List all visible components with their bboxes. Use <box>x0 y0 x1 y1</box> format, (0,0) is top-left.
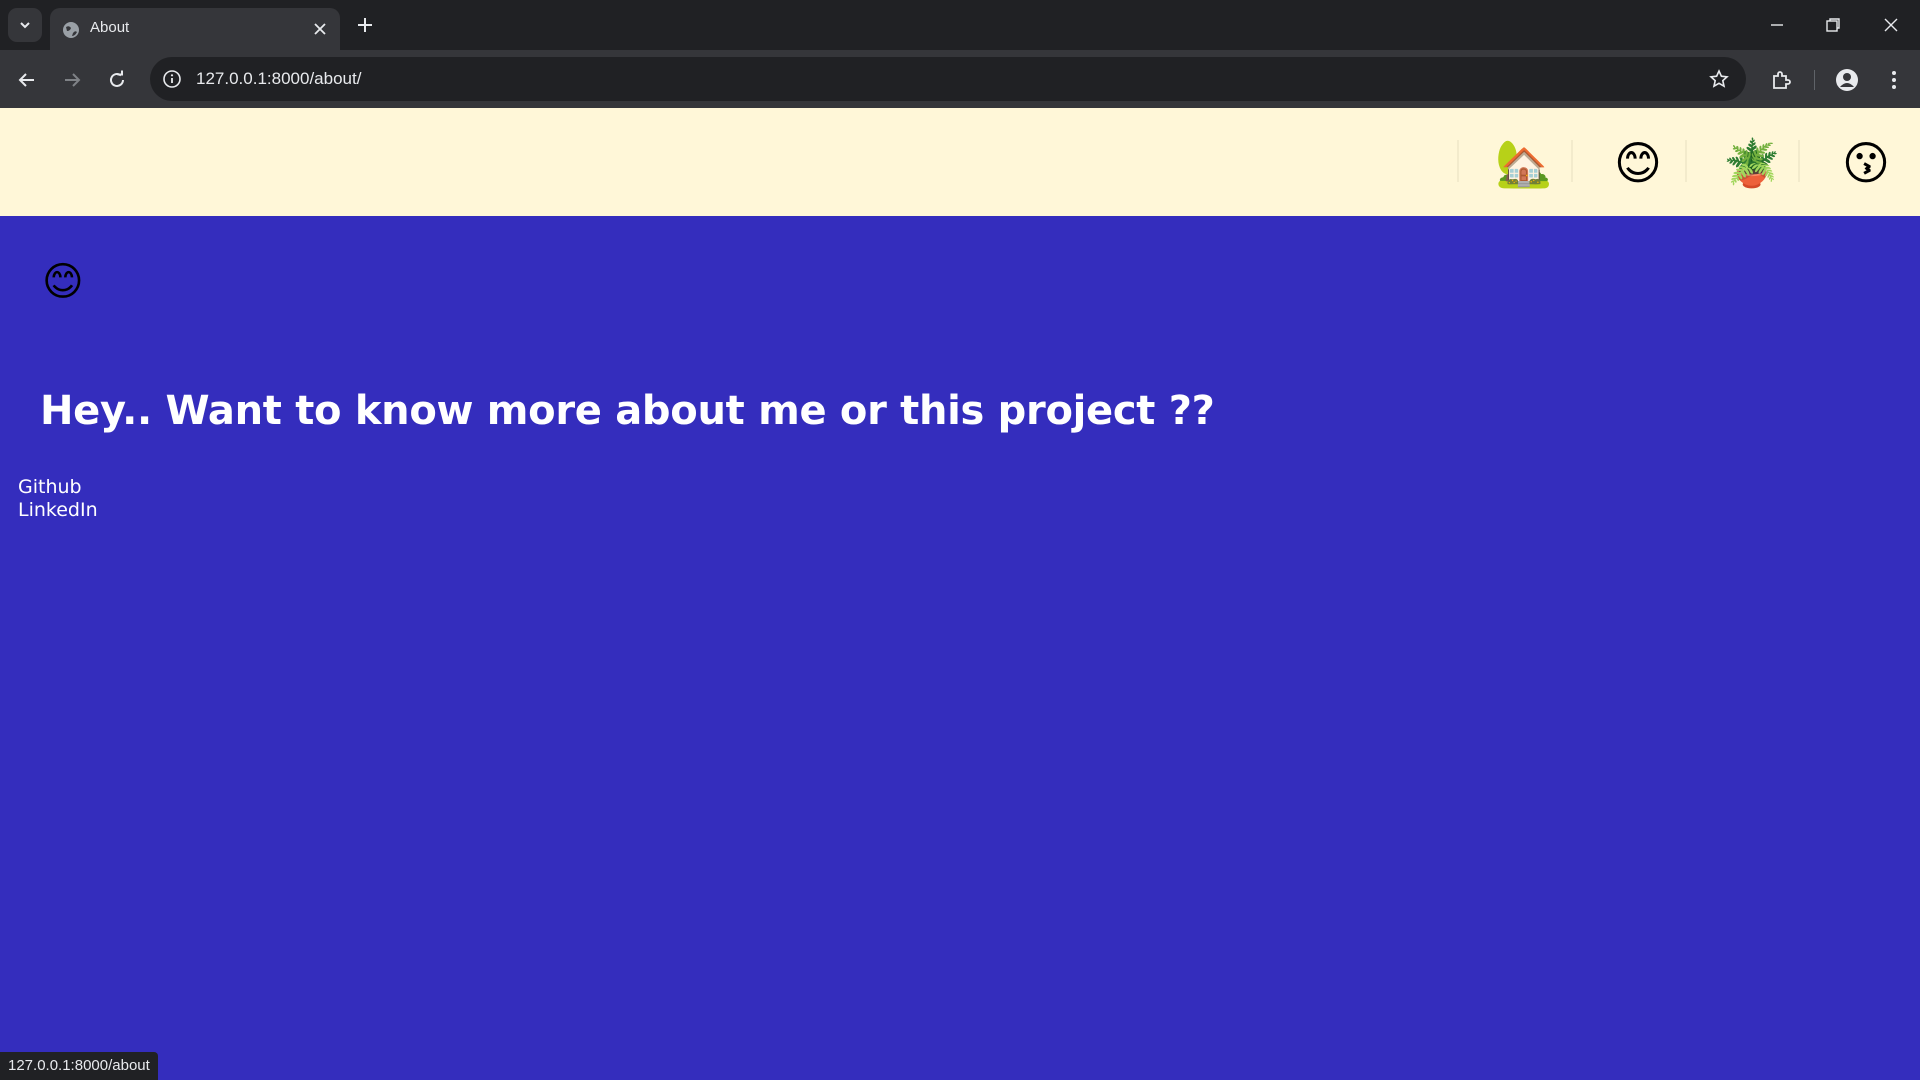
browser-tab-strip: About <box>0 0 1920 50</box>
site-navbar: 🏡 😊 🪴 😗 <box>0 108 1920 216</box>
nav-divider <box>1798 140 1800 182</box>
restore-icon[interactable] <box>1822 14 1844 36</box>
tab-search-button[interactable] <box>8 8 42 42</box>
page-content: 🏡 😊 🪴 😗 😊 Hey.. Want to know more about … <box>0 108 1920 1080</box>
browser-tab-about[interactable]: About <box>50 8 340 50</box>
linkedin-link[interactable]: LinkedIn <box>18 499 98 521</box>
browser-toolbar: 127.0.0.1:8000/about/ <box>0 50 1920 108</box>
nav-divider <box>1457 140 1459 182</box>
kissing-face-icon: 😗 <box>1842 136 1890 190</box>
chevron-down-icon <box>20 22 30 29</box>
new-tab-icon[interactable] <box>355 15 375 35</box>
forward-arrow-icon[interactable] <box>61 69 83 91</box>
toolbar-divider <box>1814 70 1815 90</box>
profile-avatar-icon[interactable] <box>1835 68 1859 92</box>
close-window-icon[interactable] <box>1880 14 1902 36</box>
status-bar-url: 127.0.0.1:8000/about <box>0 1052 158 1080</box>
github-link[interactable]: Github <box>18 476 82 498</box>
close-icon[interactable] <box>312 21 328 37</box>
nav-kiss-link[interactable]: 😗 <box>1836 138 1896 188</box>
url-text[interactable]: 127.0.0.1:8000/about/ <box>196 69 361 89</box>
smiling-face-icon: 😊 <box>1614 136 1662 190</box>
house-with-garden-icon: 🏡 <box>1495 136 1553 190</box>
potted-plant-icon: 🪴 <box>1723 136 1781 190</box>
smiling-face-icon: 😊 <box>42 259 84 305</box>
page-headline: Hey.. Want to know more about me or this… <box>40 388 1215 434</box>
nav-about-link[interactable]: 😊 <box>1608 138 1668 188</box>
reload-icon[interactable] <box>106 69 128 91</box>
globe-icon <box>63 22 79 38</box>
site-info-icon[interactable] <box>162 69 182 89</box>
minimize-icon[interactable] <box>1766 14 1788 36</box>
nav-divider <box>1571 140 1573 182</box>
more-menu-icon[interactable] <box>1882 68 1906 92</box>
nav-plant-link[interactable]: 🪴 <box>1722 138 1782 188</box>
nav-divider <box>1685 140 1687 182</box>
extensions-puzzle-icon[interactable] <box>1769 68 1793 92</box>
nav-home-link[interactable]: 🏡 <box>1494 138 1554 188</box>
tab-title: About <box>90 19 130 36</box>
bookmark-star-icon[interactable] <box>1708 68 1730 90</box>
back-arrow-icon[interactable] <box>16 69 38 91</box>
address-bar[interactable]: 127.0.0.1:8000/about/ <box>150 57 1746 101</box>
